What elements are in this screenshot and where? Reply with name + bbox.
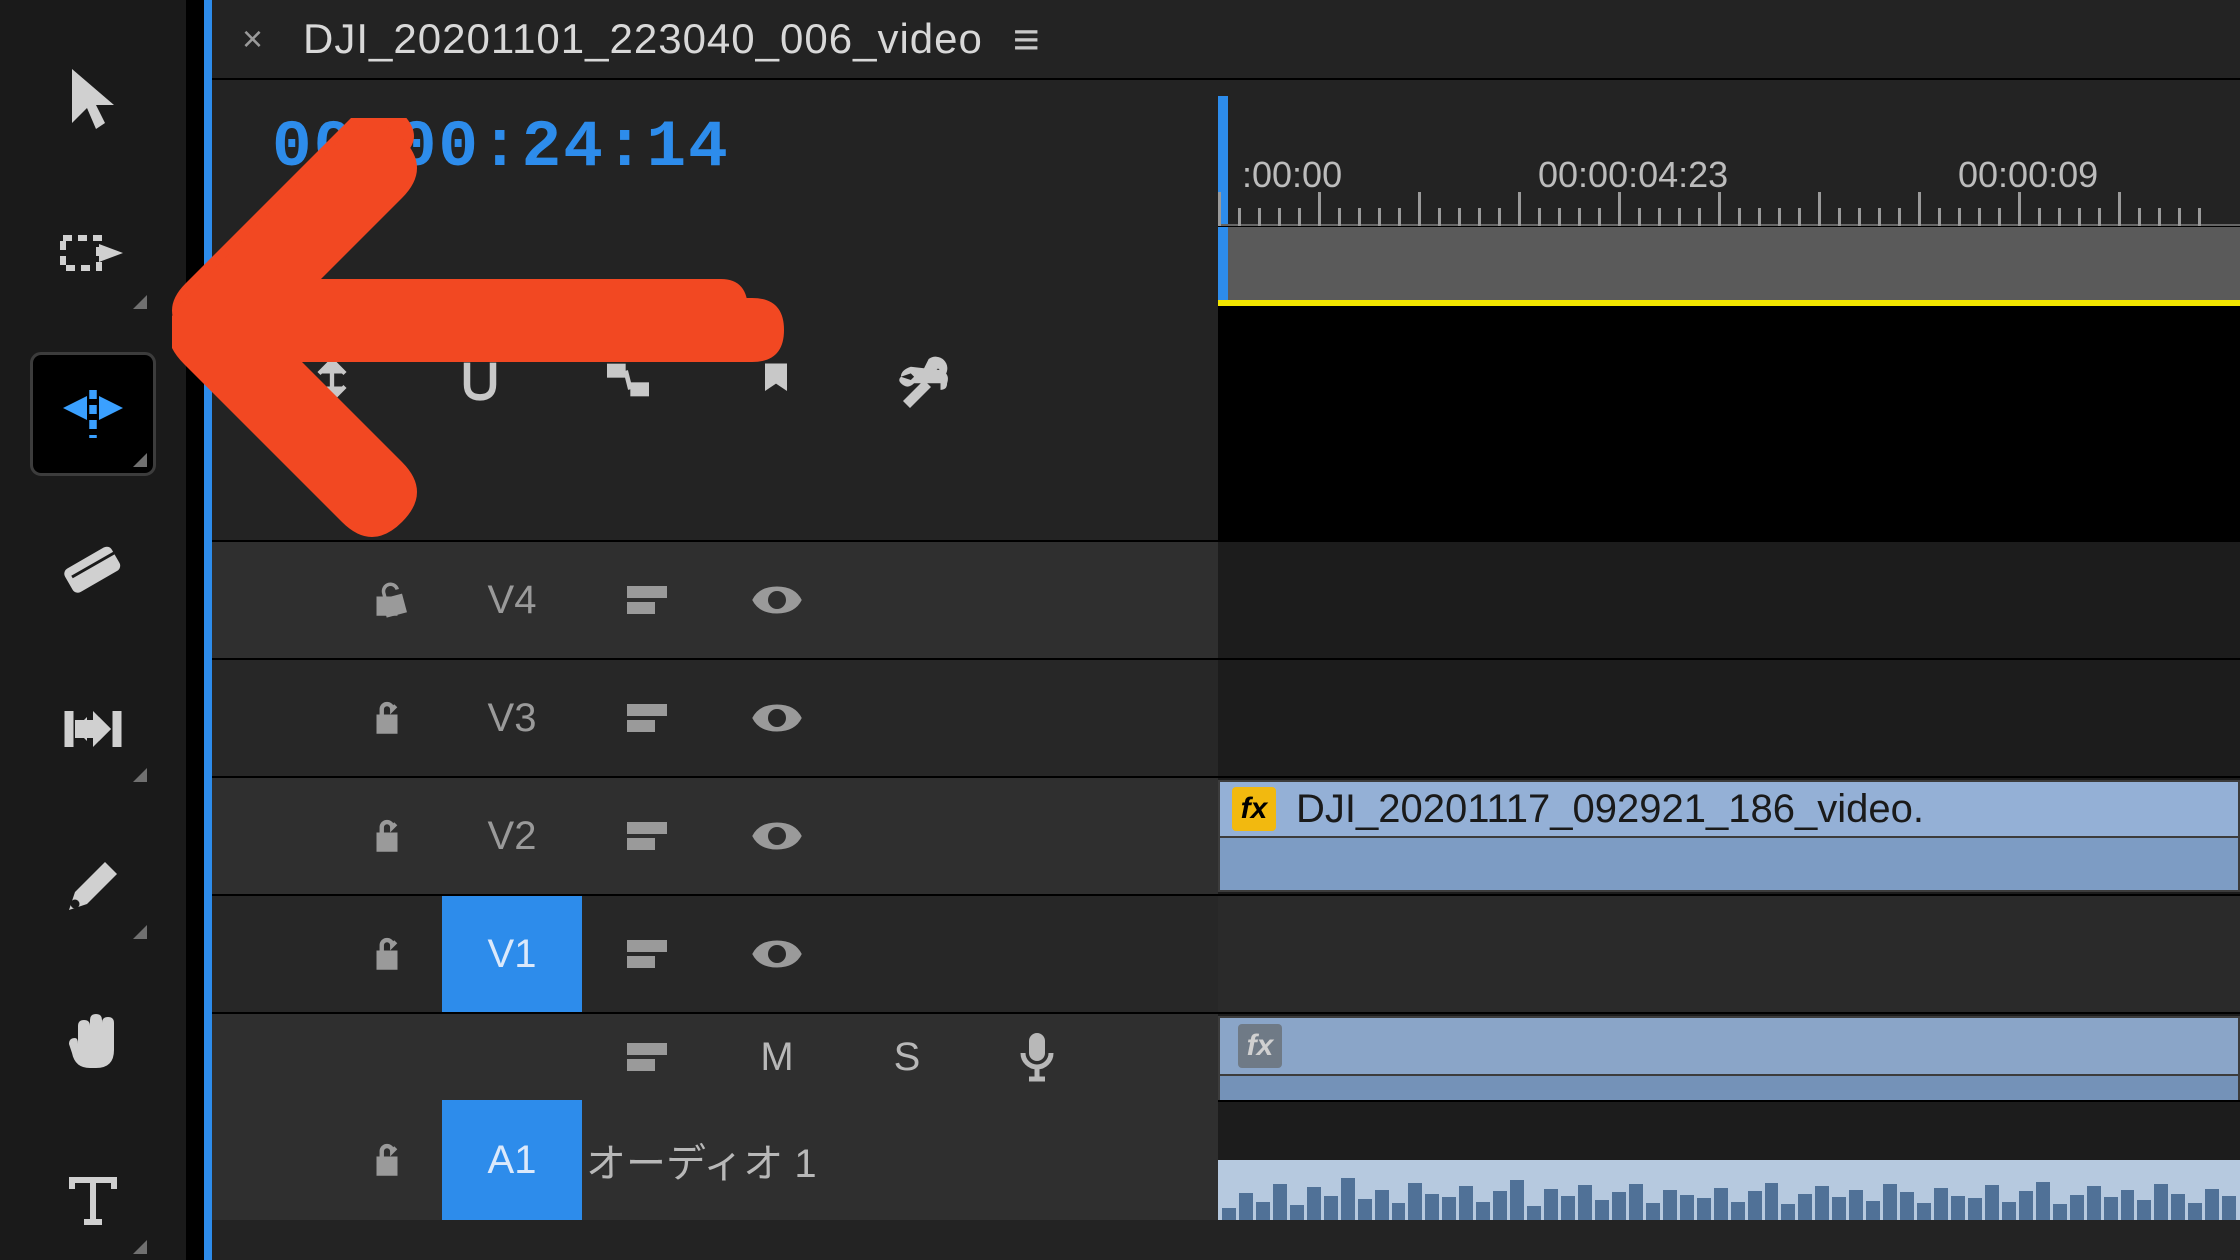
track-lane-a1-wave[interactable]: [1218, 1100, 2240, 1220]
insert-mode-icon[interactable]: [302, 350, 362, 410]
flyout-indicator-icon: [133, 925, 147, 939]
tracks-area: V4 V3: [212, 540, 2240, 1220]
sequence-tab-title[interactable]: DJI_20201101_223040_006_video: [303, 15, 983, 63]
track-content-area[interactable]: fx DJI_20201117_092921_186_video. fx: [1218, 540, 2240, 1220]
panel-tab-bar: × DJI_20201101_223040_006_video ≡: [212, 0, 2240, 80]
timeline-panel: × DJI_20201101_223040_006_video ≡ 00:00:…: [212, 0, 2240, 1260]
solo-toggle[interactable]: S: [842, 1035, 972, 1080]
razor-tool[interactable]: [33, 513, 153, 631]
track-label[interactable]: V3: [442, 660, 582, 776]
flyout-indicator-icon: [133, 768, 147, 782]
voice-over-record[interactable]: [972, 1029, 1102, 1085]
flyout-indicator-icon: [133, 453, 147, 467]
hand-tool[interactable]: [33, 985, 153, 1103]
lock-toggle[interactable]: [332, 579, 442, 621]
timeline-options-row: [302, 350, 954, 410]
track-lane-a1-top[interactable]: fx: [1218, 1012, 2240, 1100]
sync-lock-toggle[interactable]: [582, 698, 712, 738]
panel-menu-button[interactable]: ≡: [1013, 12, 1040, 66]
sync-lock-toggle[interactable]: [582, 816, 712, 856]
work-area-bar[interactable]: [1218, 226, 2240, 306]
panel-divider[interactable]: [204, 0, 212, 1260]
sync-lock-toggle[interactable]: [582, 580, 712, 620]
clip-body[interactable]: [1220, 838, 2238, 890]
mute-toggle[interactable]: M: [712, 1035, 842, 1080]
audio-clip[interactable]: fx: [1218, 1016, 2240, 1100]
tools-sidebar: [0, 0, 186, 1260]
time-ruler[interactable]: :00:00 00:00:04:23 00:00:09: [1218, 96, 2240, 226]
snap-icon[interactable]: [450, 350, 510, 410]
video-clip[interactable]: fx DJI_20201117_092921_186_video.: [1218, 780, 2240, 892]
settings-wrench-icon[interactable]: [894, 350, 954, 410]
lock-toggle[interactable]: [332, 933, 442, 975]
lock-toggle[interactable]: [332, 815, 442, 857]
track-lane-v4[interactable]: [1218, 540, 2240, 658]
type-tool[interactable]: [33, 1143, 153, 1260]
track-header-a1-top[interactable]: M S: [212, 1012, 1218, 1100]
audio-waveform: [1218, 1160, 2240, 1220]
track-lane-v2[interactable]: fx DJI_20201117_092921_186_video.: [1218, 776, 2240, 894]
current-timecode[interactable]: 00:00:24:14: [272, 110, 1188, 185]
track-visibility-toggle[interactable]: [712, 934, 842, 974]
track-headers: V4 V3: [212, 540, 1218, 1220]
selection-tool[interactable]: [33, 40, 153, 158]
track-select-tool[interactable]: [33, 198, 153, 316]
fx-badge-icon[interactable]: fx: [1238, 1024, 1282, 1068]
ruler-ticks: [1218, 190, 2240, 226]
track-label[interactable]: A1: [442, 1100, 582, 1220]
slip-tool[interactable]: [33, 670, 153, 788]
track-label[interactable]: V1: [442, 896, 582, 1012]
linked-selection-icon[interactable]: [598, 350, 658, 410]
timeline-black-gap: [1218, 306, 2240, 546]
fx-badge-icon[interactable]: fx: [1232, 787, 1276, 831]
close-tab-button[interactable]: ×: [242, 18, 263, 60]
track-visibility-toggle[interactable]: [712, 580, 842, 620]
playhead-bar[interactable]: [1218, 227, 1228, 306]
audio-track-name: オーディオ 1: [582, 1131, 1218, 1189]
track-header-v3[interactable]: V3: [212, 658, 1218, 776]
marker-icon[interactable]: [746, 350, 806, 410]
track-label[interactable]: V4: [442, 542, 582, 658]
sync-lock-toggle[interactable]: [582, 934, 712, 974]
track-visibility-toggle[interactable]: [712, 816, 842, 856]
clip-name: DJI_20201117_092921_186_video.: [1296, 787, 1924, 832]
ripple-edit-tool[interactable]: [33, 355, 153, 473]
lock-toggle[interactable]: [332, 697, 442, 739]
track-header-a1-bottom[interactable]: A1 オーディオ 1: [212, 1100, 1218, 1220]
timeline-header: 00:00:24:14: [212, 80, 2240, 540]
track-header-v2[interactable]: V2: [212, 776, 1218, 894]
flyout-indicator-icon: [133, 1240, 147, 1254]
track-header-v4[interactable]: V4: [212, 540, 1218, 658]
track-header-v1[interactable]: V1: [212, 894, 1218, 1012]
sync-lock-toggle[interactable]: [582, 1037, 712, 1077]
track-lane-v1[interactable]: [1218, 894, 2240, 1012]
track-label[interactable]: V2: [442, 778, 582, 894]
pen-tool[interactable]: [33, 828, 153, 946]
track-visibility-toggle[interactable]: [712, 698, 842, 738]
track-lane-v3[interactable]: [1218, 658, 2240, 776]
lock-toggle[interactable]: [332, 1139, 442, 1181]
flyout-indicator-icon: [133, 295, 147, 309]
